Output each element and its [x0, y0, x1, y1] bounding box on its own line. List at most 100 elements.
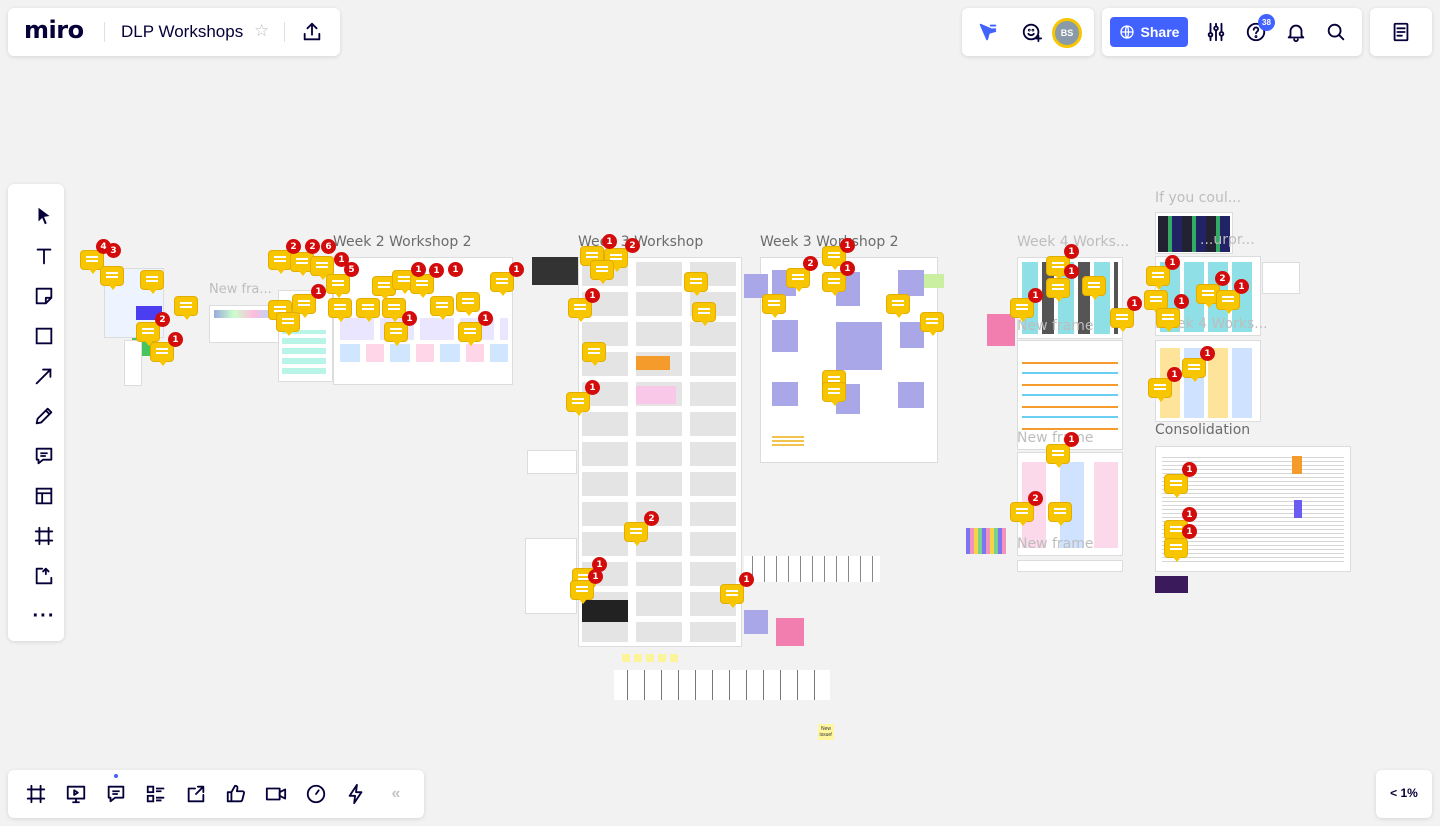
- comment-bubble[interactable]: [292, 294, 316, 318]
- comment-bubble[interactable]: [100, 266, 124, 290]
- top-right-toolbar: Share 38: [1102, 8, 1362, 56]
- frame-small-right[interactable]: [1262, 262, 1300, 294]
- search-icon[interactable]: [1320, 16, 1352, 48]
- small-note[interactable]: New issue!: [818, 724, 834, 740]
- invite-emoji-icon[interactable]: [1016, 16, 1048, 48]
- notes-document-icon[interactable]: [1385, 16, 1417, 48]
- comment-bubble[interactable]: [430, 296, 454, 320]
- shape-rectangle-icon[interactable]: [28, 320, 60, 352]
- new1-lines: [1022, 352, 1118, 436]
- consolidation-purple: [1294, 500, 1302, 518]
- comment-count-badge: 1: [588, 569, 603, 584]
- user-avatar[interactable]: BS: [1052, 18, 1082, 48]
- comment-bubble[interactable]: [1182, 358, 1206, 382]
- templates-icon[interactable]: [28, 480, 60, 512]
- video-call-icon[interactable]: [260, 778, 292, 810]
- comments-panel-icon[interactable]: [100, 778, 132, 810]
- select-cursor-icon[interactable]: [28, 200, 60, 232]
- upload-icon[interactable]: [28, 560, 60, 592]
- comment-bubble[interactable]: [692, 302, 716, 326]
- frame-tool-icon[interactable]: [28, 520, 60, 552]
- comment-bubble[interactable]: [1216, 290, 1240, 314]
- connection-arrow-icon[interactable]: [28, 360, 60, 392]
- comment-bubble[interactable]: [570, 580, 594, 604]
- text-tool-icon[interactable]: [28, 240, 60, 272]
- frame-title-consolidation: Consolidation: [1155, 422, 1251, 438]
- comment-bubble[interactable]: [720, 584, 744, 608]
- settings-sliders-icon[interactable]: [1200, 16, 1232, 48]
- share-button[interactable]: Share: [1110, 17, 1188, 47]
- comment-bubble[interactable]: [1010, 502, 1034, 526]
- comment-bubble[interactable]: [1046, 444, 1070, 468]
- comment-bubble[interactable]: [1110, 308, 1134, 332]
- star-icon[interactable]: ☆: [254, 21, 269, 41]
- comment-bubble[interactable]: [310, 256, 334, 280]
- comment-bubble[interactable]: [328, 298, 352, 322]
- pen-icon[interactable]: [28, 400, 60, 432]
- comment-bubble[interactable]: [490, 272, 514, 296]
- comment-bubble[interactable]: [1164, 538, 1188, 562]
- comment-bubble[interactable]: [920, 312, 944, 336]
- globe-icon: [1119, 25, 1134, 39]
- comment-bubble[interactable]: [624, 522, 648, 546]
- miro-logo[interactable]: miro: [24, 16, 84, 44]
- comment-bubble[interactable]: [140, 270, 164, 294]
- comment-bubble[interactable]: [356, 298, 380, 322]
- comment-bubble[interactable]: [326, 274, 350, 298]
- board-canvas[interactable]: New fra... Week 2 Workshop 2 Week 3 Work…: [0, 0, 1440, 826]
- collapse-chevron-icon[interactable]: «: [380, 778, 412, 810]
- comment-bubble[interactable]: [582, 342, 606, 366]
- comment-bubble[interactable]: [822, 382, 846, 406]
- notifications-bell-icon[interactable]: [1280, 16, 1312, 48]
- export-icon[interactable]: [296, 16, 328, 48]
- comment-bubble[interactable]: [1144, 290, 1168, 314]
- sticky-note-icon[interactable]: [28, 280, 60, 312]
- frame-title-new-left: New fra...: [209, 282, 272, 297]
- frames-panel-icon[interactable]: [20, 778, 52, 810]
- comment-bubble[interactable]: [276, 312, 300, 336]
- comment-bubble[interactable]: [1046, 278, 1070, 302]
- comment-count-badge: 1: [739, 572, 754, 587]
- comment-bubble[interactable]: [456, 292, 480, 316]
- comment-bubble[interactable]: [1148, 378, 1172, 402]
- comment-bubble[interactable]: [684, 272, 708, 296]
- share-screen-icon[interactable]: [180, 778, 212, 810]
- frame-week3-side-a[interactable]: [527, 450, 577, 474]
- zoom-level[interactable]: < 1%: [1376, 786, 1432, 800]
- frame-week3-side-b[interactable]: [525, 538, 577, 614]
- comment-bubble[interactable]: [136, 322, 160, 346]
- comment-count-badge: 1: [168, 332, 183, 347]
- comment-bubble[interactable]: [1146, 266, 1170, 290]
- comment-bubble[interactable]: [174, 296, 198, 320]
- comment-bubble[interactable]: [786, 268, 810, 292]
- comment-bubble[interactable]: [1164, 474, 1188, 498]
- board-title[interactable]: DLP Workshops: [121, 22, 243, 42]
- comment-bubble[interactable]: [384, 322, 408, 346]
- comment-bubble[interactable]: [822, 272, 846, 296]
- timer-icon[interactable]: [300, 778, 332, 810]
- comment-bubble[interactable]: [762, 294, 786, 318]
- comment-count-badge: 3: [106, 243, 121, 258]
- comment-bubble[interactable]: [410, 274, 434, 298]
- comment-bubble[interactable]: [886, 294, 910, 318]
- comment-count-badge: 2: [305, 239, 320, 254]
- comment-bubble[interactable]: [1156, 308, 1180, 332]
- frame-left-column[interactable]: [124, 340, 142, 386]
- comment-bubble[interactable]: [1082, 276, 1106, 300]
- comment-count-badge: 1: [311, 284, 326, 299]
- cursor-follow-icon[interactable]: [972, 16, 1004, 48]
- comment-bubble[interactable]: [268, 250, 292, 274]
- comment-icon[interactable]: [28, 440, 60, 472]
- more-tools-icon[interactable]: ···: [28, 600, 60, 632]
- card-view-icon[interactable]: [140, 778, 172, 810]
- comment-bubble[interactable]: [1048, 502, 1072, 526]
- presentation-icon[interactable]: [60, 778, 92, 810]
- comment-bubble[interactable]: [458, 322, 482, 346]
- w4-pink-left: [987, 314, 1015, 346]
- lightning-icon[interactable]: [340, 778, 372, 810]
- comment-bubble[interactable]: [590, 260, 614, 284]
- w3-dark-tile: [582, 600, 628, 622]
- comment-bubble[interactable]: [566, 392, 590, 416]
- frame-new-3[interactable]: [1017, 560, 1123, 572]
- voting-thumbs-up-icon[interactable]: [220, 778, 252, 810]
